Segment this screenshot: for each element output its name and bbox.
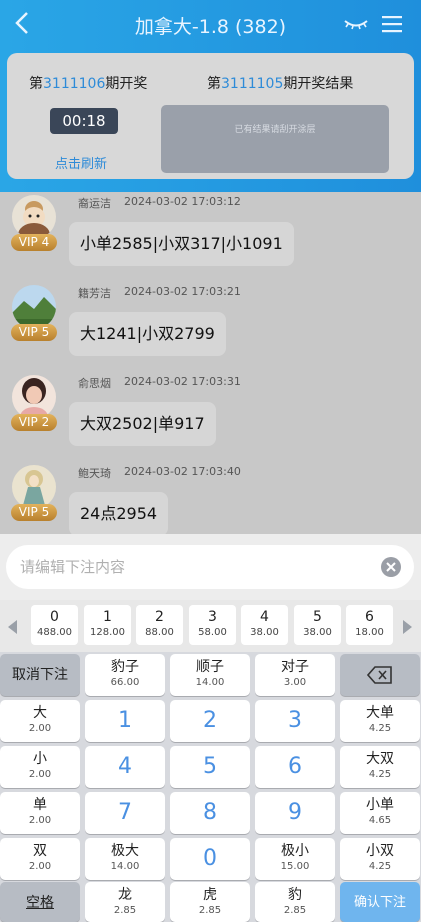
menu-icon[interactable] [381, 13, 403, 35]
chat-message: VIP 5 籍芳洁 2024-03-02 17:03:21 大1241|小双27… [0, 282, 421, 372]
key-xiao[interactable]: 小 2.00 [0, 746, 80, 788]
message-bubble: 大1241|小双2799 [69, 312, 226, 356]
refresh-link[interactable]: 点击刷新 [55, 153, 107, 172]
sum-key-1[interactable]: 1 128.00 [84, 605, 131, 645]
key-jida[interactable]: 极大 14.00 [85, 838, 165, 880]
message-time: 2024-03-02 17:03:12 [124, 195, 241, 208]
sum-key-6[interactable]: 6 18.00 [346, 605, 393, 645]
avatar[interactable] [12, 285, 56, 329]
sum-key-3[interactable]: 3 58.00 [189, 605, 236, 645]
key-0[interactable]: 0 [170, 838, 250, 880]
key-hu[interactable]: 虎 2.85 [170, 882, 250, 922]
key-bao[interactable]: 豹 2.85 [255, 882, 335, 922]
key-5[interactable]: 5 [170, 746, 250, 788]
chat-feed[interactable]: VIP 4 裔运洁 2024-03-02 17:03:12 小单2585|小双3… [0, 192, 421, 534]
message-time: 2024-03-02 17:03:21 [124, 285, 241, 298]
bet-input-bar [0, 534, 421, 600]
key-shuang[interactable]: 双 2.00 [0, 838, 80, 880]
confirm-bet-button[interactable]: 确认下注 [340, 882, 420, 922]
key-8[interactable]: 8 [170, 792, 250, 834]
key-long[interactable]: 龙 2.85 [85, 882, 165, 922]
message-time: 2024-03-02 17:03:31 [124, 375, 241, 388]
scratch-result-area[interactable]: 已有结果请刮开涂层 [161, 105, 389, 173]
current-draw-label: 第3111106期开奖 [29, 76, 148, 92]
avatar[interactable] [12, 375, 56, 419]
key-9[interactable]: 9 [255, 792, 335, 834]
sender-name: 籍芳洁 [78, 287, 111, 300]
header: 加拿大-1.8 (382) 第3111106期开奖 第3111105期开奖结果 … [0, 0, 421, 192]
vip-badge: VIP 4 [11, 234, 57, 251]
bet-keyboard: 取消下注 豹子 66.00 顺子 14.00 对子 3.00 大 2.00 1 2 3 … [0, 652, 421, 922]
current-period-number: 3111106 [43, 76, 106, 92]
sum-key-4[interactable]: 4 38.00 [241, 605, 288, 645]
vip-badge: VIP 2 [11, 414, 57, 431]
countdown-timer: 00:18 [50, 108, 118, 134]
last-draw-label: 第3111105期开奖结果 [207, 76, 354, 92]
eye-closed-icon[interactable] [343, 15, 369, 33]
key-3[interactable]: 3 [255, 700, 335, 742]
chat-message: VIP 2 俞思烟 2024-03-02 17:03:31 大双2502|单91… [0, 372, 421, 462]
bet-content-input[interactable] [6, 545, 414, 589]
sum-key-0[interactable]: 0 488.00 [31, 605, 78, 645]
key-da[interactable]: 大 2.00 [0, 700, 80, 742]
message-bubble: 小单2585|小双317|小1091 [69, 222, 294, 266]
key-shunzi[interactable]: 顺子 14.00 [170, 654, 250, 696]
key-dashuang[interactable]: 大双 4.25 [340, 746, 420, 788]
scroll-right-icon[interactable] [401, 620, 413, 634]
key-6[interactable]: 6 [255, 746, 335, 788]
key-dadan[interactable]: 大单 4.25 [340, 700, 420, 742]
scroll-left-icon[interactable] [7, 620, 19, 634]
space-button[interactable]: 空格 [0, 882, 80, 922]
message-time: 2024-03-02 17:03:40 [124, 465, 241, 478]
sum-key-2[interactable]: 2 88.00 [136, 605, 183, 645]
top-bar: 加拿大-1.8 (382) [0, 0, 421, 50]
vip-badge: VIP 5 [11, 324, 57, 341]
draw-info-card: 第3111106期开奖 第3111105期开奖结果 00:18 点击刷新 已有结… [7, 53, 414, 179]
sum-key-5[interactable]: 5 38.00 [294, 605, 341, 645]
chat-message: VIP 4 裔运洁 2024-03-02 17:03:12 小单2585|小双3… [0, 192, 421, 282]
key-2[interactable]: 2 [170, 700, 250, 742]
key-xiaoshuang[interactable]: 小双 4.25 [340, 838, 420, 880]
key-4[interactable]: 4 [85, 746, 165, 788]
vip-badge: VIP 5 [11, 504, 57, 521]
backspace-icon [366, 666, 392, 684]
key-xiaodan[interactable]: 小单 4.65 [340, 792, 420, 834]
sender-name: 俞思烟 [78, 377, 111, 390]
clear-icon[interactable] [380, 556, 402, 578]
sum-number-strip: 0 488.00 1 128.00 2 88.00 3 58.00 4 38.00 5 38… [0, 600, 421, 652]
message-bubble: 大双2502|单917 [69, 402, 216, 446]
key-duizi[interactable]: 对子 3.00 [255, 654, 335, 696]
avatar[interactable] [12, 465, 56, 509]
scratch-hint: 已有结果请刮开涂层 [234, 125, 316, 135]
key-dan[interactable]: 单 2.00 [0, 792, 80, 834]
avatar[interactable] [12, 195, 56, 239]
sender-name: 裔运洁 [78, 197, 111, 210]
key-baozi[interactable]: 豹子 66.00 [85, 654, 165, 696]
cancel-bet-button[interactable]: 取消下注 [0, 654, 80, 696]
backspace-button[interactable] [340, 654, 420, 696]
chat-message: VIP 5 鲍天琦 2024-03-02 17:03:40 24点2954 [0, 462, 421, 534]
last-period-number: 3111105 [221, 76, 284, 92]
key-7[interactable]: 7 [85, 792, 165, 834]
key-jixiao[interactable]: 极小 15.00 [255, 838, 335, 880]
message-bubble: 24点2954 [69, 492, 169, 534]
sender-name: 鲍天琦 [78, 467, 111, 480]
key-1[interactable]: 1 [85, 700, 165, 742]
